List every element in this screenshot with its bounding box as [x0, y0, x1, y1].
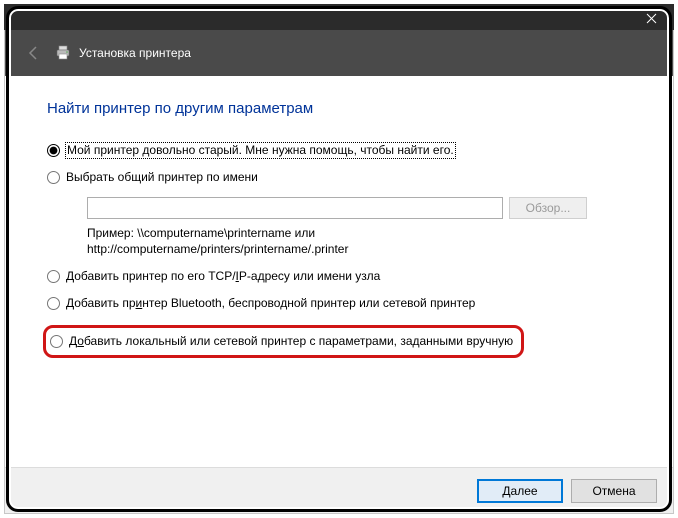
- shared-sub-area: Обзор... Пример: \\computername\printern…: [87, 197, 631, 257]
- option-shared-by-name[interactable]: Выбрать общий принтер по имени: [47, 170, 631, 185]
- shared-name-input[interactable]: [87, 197, 503, 219]
- back-arrow-icon: [26, 45, 42, 61]
- label-bluetooth: Добавить принтер Bluetooth, беспроводной…: [66, 296, 475, 311]
- radio-manual[interactable]: [50, 335, 63, 348]
- browse-button: Обзор...: [509, 197, 587, 219]
- label-shared-by-name: Выбрать общий принтер по имени: [66, 170, 258, 185]
- next-button[interactable]: Далее: [477, 479, 563, 503]
- close-icon: [646, 13, 657, 24]
- header-band: Установка принтера: [5, 30, 673, 76]
- label-manual: Добавить локальный или сетевой принтер с…: [69, 334, 513, 349]
- radio-tcpip[interactable]: [47, 270, 60, 283]
- option-tcpip[interactable]: Добавить принтер по его TCP/IP-адресу ил…: [47, 269, 631, 284]
- back-button[interactable]: [21, 40, 47, 66]
- close-button[interactable]: [628, 4, 674, 30]
- page-heading: Найти принтер по другим параметрам: [47, 100, 631, 117]
- button-bar: Далее Отмена: [5, 467, 673, 513]
- cancel-button[interactable]: Отмена: [571, 479, 657, 503]
- example-text: Пример: \\computername\printername или h…: [87, 225, 631, 257]
- example-line1: Пример: \\computername\printername или: [87, 226, 315, 240]
- radio-old-printer[interactable]: [47, 144, 60, 157]
- titlebar: [4, 4, 674, 30]
- option-old-printer[interactable]: Мой принтер довольно старый. Мне нужна п…: [47, 143, 631, 158]
- label-tcpip: Добавить принтер по его TCP/IP-адресу ил…: [66, 269, 380, 284]
- highlight-outline: Добавить локальный или сетевой принтер с…: [43, 325, 524, 358]
- example-line2: http://computername/printers/printername…: [87, 242, 348, 256]
- window-title: Установка принтера: [79, 46, 191, 60]
- radio-shared-by-name[interactable]: [47, 171, 60, 184]
- content-area: Найти принтер по другим параметрам Мой п…: [5, 76, 673, 466]
- label-old-printer: Мой принтер довольно старый. Мне нужна п…: [66, 143, 455, 158]
- radio-bluetooth[interactable]: [47, 297, 60, 310]
- printer-icon: [55, 45, 71, 61]
- option-manual[interactable]: Добавить локальный или сетевой принтер с…: [50, 334, 513, 349]
- option-bluetooth[interactable]: Добавить принтер Bluetooth, беспроводной…: [47, 296, 631, 311]
